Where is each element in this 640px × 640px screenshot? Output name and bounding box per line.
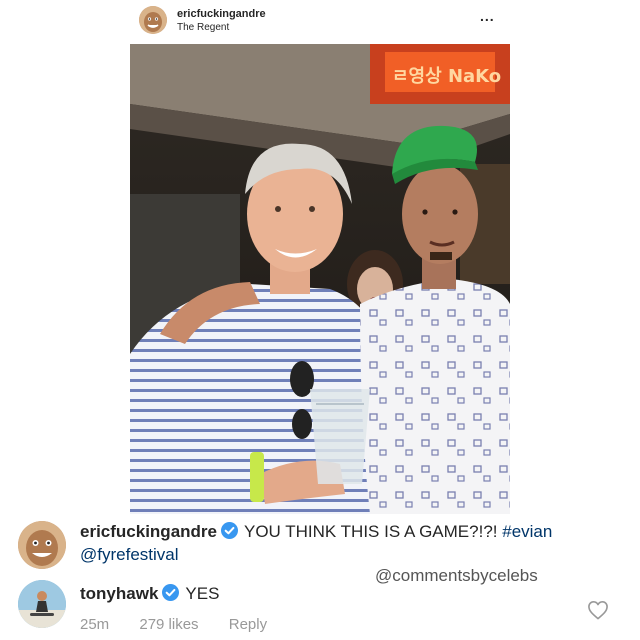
- comment-message: YES: [185, 584, 220, 603]
- caption-hashtag[interactable]: #evian: [502, 522, 552, 541]
- post-header: ericfuckingandre The Regent ...: [0, 0, 640, 40]
- comment-likes[interactable]: 279 likes: [139, 616, 198, 633]
- header-username[interactable]: ericfuckingandre: [177, 8, 266, 20]
- neon-sign-text: ㄹ영상 NaKo: [392, 66, 501, 87]
- verified-badge-icon: [221, 522, 238, 539]
- more-options-icon[interactable]: ...: [480, 8, 495, 24]
- header-avatar[interactable]: [139, 6, 167, 34]
- comment-avatar[interactable]: [18, 580, 66, 628]
- caption-mention[interactable]: @fyrefestival: [80, 545, 179, 565]
- comment-time: 25m: [80, 616, 110, 633]
- comment-username[interactable]: tonyhawk: [80, 584, 158, 603]
- header-location[interactable]: The Regent: [177, 22, 229, 33]
- caption-username[interactable]: ericfuckingandre: [80, 522, 217, 541]
- comment-text: tonyhawk YES: [80, 584, 219, 604]
- caption-message: YOU THINK THIS IS A GAME?!?!: [244, 522, 498, 541]
- reply-button[interactable]: Reply: [229, 616, 267, 633]
- verified-badge-icon: [162, 584, 180, 601]
- comment-meta: 25m 279 likes Reply: [80, 616, 293, 633]
- heart-outline-icon[interactable]: [587, 600, 609, 620]
- caption-avatar[interactable]: [18, 521, 66, 569]
- watermark-text: @commentsbycelebs: [375, 566, 538, 585]
- post-photo[interactable]: ㄹ영상 NaKo: [130, 44, 510, 514]
- caption-text: ericfuckingandre YOU THINK THIS IS A GAME…: [80, 522, 552, 542]
